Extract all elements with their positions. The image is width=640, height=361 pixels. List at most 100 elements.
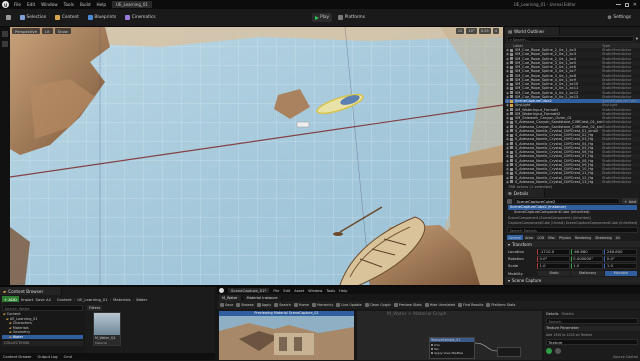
me-toolbar-button[interactable]: Browse (236, 303, 254, 307)
footer-tab[interactable]: Content Drawer (3, 355, 32, 359)
details-tab-streaming[interactable]: Streaming (593, 235, 614, 241)
cb-tree-item[interactable]: ▰ Water (2, 334, 83, 339)
me-preview[interactable]: Previewing Material SceneCapture_01 (219, 311, 354, 360)
me-menu-tools[interactable]: Tools (326, 289, 335, 293)
transform-location-y-field[interactable]: .66.860 (570, 248, 604, 255)
details-tab-physics[interactable]: Physics (557, 235, 573, 241)
me-search-input[interactable]: Search (546, 318, 638, 324)
me-green-button[interactable] (546, 348, 552, 354)
transform-rotation-y-field[interactable]: 0.000000° (570, 255, 604, 262)
details-tab-misc[interactable]: Misc (546, 235, 557, 241)
blueprints-button[interactable]: Blueprints (85, 13, 119, 22)
content-browser-tab[interactable]: ▰ Content Browser (0, 287, 62, 295)
me-toolbar-button[interactable]: Hide Unrelated (424, 303, 455, 307)
viewport-scene[interactable] (10, 27, 503, 285)
me-toolbar-button[interactable]: Platform Stats (486, 303, 515, 307)
mobility-static-option[interactable]: Static (538, 271, 571, 277)
me-menu-asset[interactable]: Asset (294, 289, 304, 293)
transform-location-x-field[interactable]: -1710.0 (537, 248, 570, 255)
breadcrumb-item[interactable]: UE_Learning_01 (77, 297, 107, 302)
me-param-value[interactable]: Texture (546, 339, 638, 345)
viewport-snap-button[interactable]: 10° (466, 28, 477, 34)
me-toolbar-button[interactable]: Live Update (336, 303, 362, 307)
asset-tile[interactable]: M_Water_Q1 Material (93, 312, 121, 346)
transform-location-z-field[interactable]: 246.800 (604, 248, 638, 255)
settings-button[interactable]: ⚙ Settings (604, 13, 634, 22)
viewport-lit-button[interactable]: Lit (42, 28, 53, 34)
me-tab-instance[interactable]: Material Instance (243, 294, 282, 301)
viewport-snap-button[interactable]: 4 (492, 28, 499, 34)
footer-tab[interactable]: Output Log (38, 355, 58, 359)
outliner-tab[interactable]: ▤ World Outliner (505, 27, 560, 35)
save-button[interactable] (3, 13, 14, 22)
cinematics-button[interactable]: Cinematics (122, 13, 158, 22)
menu-item-file[interactable]: File (14, 2, 21, 7)
transform-scale-x-field[interactable]: 1.0 (537, 262, 570, 269)
details-tab-all[interactable]: All (614, 235, 622, 241)
close-icon[interactable]: ✕ (633, 2, 637, 8)
place-actors-icon[interactable] (2, 31, 8, 37)
me-gray-button[interactable] (555, 348, 561, 354)
viewport-snap-button[interactable]: 10 (455, 28, 465, 34)
transform-scale-y-field[interactable]: 1.0 (570, 262, 604, 269)
mobility-movable-option[interactable]: Movable (604, 271, 637, 277)
details-tab-rendering[interactable]: Rendering (573, 235, 593, 241)
menu-item-tools[interactable]: Tools (64, 2, 74, 7)
cb-save-all-button[interactable]: Save All (35, 297, 50, 302)
me-graph[interactable]: M_Water > Material Graph TextureSample_0… (357, 311, 542, 360)
breadcrumb-item[interactable]: Materials (113, 297, 130, 302)
me-toolbar-button[interactable]: Apply (256, 303, 271, 307)
selection-button[interactable]: Selection (17, 13, 49, 22)
me-menu-edit[interactable]: Edit (283, 289, 290, 293)
details-tab-general[interactable]: General (507, 235, 523, 241)
collections-header[interactable]: COLLECTIONS (2, 341, 83, 346)
details-tab-actor[interactable]: Actor (523, 235, 535, 241)
transform-rotation-z-field[interactable]: 0.0° (604, 255, 638, 262)
cb-import-button[interactable]: Import (21, 297, 34, 302)
menu-item-window[interactable]: Window (41, 2, 58, 7)
level-tab[interactable]: UE_Learning_01 (112, 1, 152, 8)
me-toolbar-button[interactable]: Clean Graph (364, 303, 391, 307)
content-button[interactable]: Content (52, 13, 82, 22)
details-tab-lod[interactable]: LOD (535, 235, 546, 241)
footer-tab[interactable]: Cmd (64, 355, 72, 359)
cb-add-button[interactable]: + ADD (2, 296, 19, 302)
me-toolbar-button[interactable]: Home (293, 303, 309, 307)
me-menu-file[interactable]: File (273, 289, 279, 293)
modes-icon[interactable] (2, 41, 8, 47)
menu-item-build[interactable]: Build (80, 2, 91, 7)
outliner-search-input[interactable]: ⌕ Search... (507, 36, 634, 42)
viewport-perspective-button[interactable]: Perspective (12, 28, 40, 34)
me-toolbar-button[interactable]: Search (274, 303, 291, 307)
ue-logo-icon[interactable]: U (2, 1, 9, 8)
add-component-button[interactable]: + Add (622, 198, 638, 204)
cb-tree-search-input[interactable]: Search Water (2, 305, 83, 311)
platforms-button[interactable]: Platforms (335, 13, 368, 22)
menu-item-edit[interactable]: Edit (27, 2, 35, 7)
me-toolbar-button[interactable]: Hierarchy (311, 303, 333, 307)
minimize-icon[interactable] (615, 4, 621, 5)
details-search-input[interactable]: Search Details (507, 227, 638, 234)
breadcrumb-item[interactable]: Content (57, 297, 72, 302)
cb-filters-button[interactable]: Filters (87, 304, 103, 311)
scene-capture-section-header[interactable]: ▾ Scene Capture (505, 277, 640, 284)
viewport-show-button[interactable]: Show (54, 28, 71, 34)
me-toolbar-button[interactable]: Save (220, 303, 233, 307)
transform-scale-z-field[interactable]: 1.0 (604, 262, 638, 269)
me-tab-water[interactable]: M_Water (219, 294, 242, 301)
mobility-stationary-option[interactable]: Stationary (571, 271, 604, 277)
menu-item-help[interactable]: Help (96, 2, 106, 7)
viewport-snap-button[interactable]: 0.25 (478, 28, 491, 34)
transform-rotation-x-field[interactable]: 0.0° (537, 255, 570, 262)
level-viewport[interactable]: Perspective Lit Show 10 10° 0.25 4 (10, 27, 503, 285)
actor-name-field[interactable]: SceneCaptureCube2 (514, 198, 621, 204)
details-tab[interactable]: ☰ Details (505, 189, 545, 197)
play-button[interactable]: Play (311, 13, 333, 22)
filter-icon[interactable]: ▾ (636, 37, 638, 42)
me-toolbar-button[interactable]: Preview Stats (393, 303, 422, 307)
me-menu-help[interactable]: Help (339, 289, 347, 293)
breadcrumb-item[interactable]: Water (136, 297, 147, 302)
me-menu-window[interactable]: Window (308, 289, 322, 293)
maximize-icon[interactable] (624, 2, 629, 7)
me-toolbar-button[interactable]: Find Results (458, 303, 483, 307)
